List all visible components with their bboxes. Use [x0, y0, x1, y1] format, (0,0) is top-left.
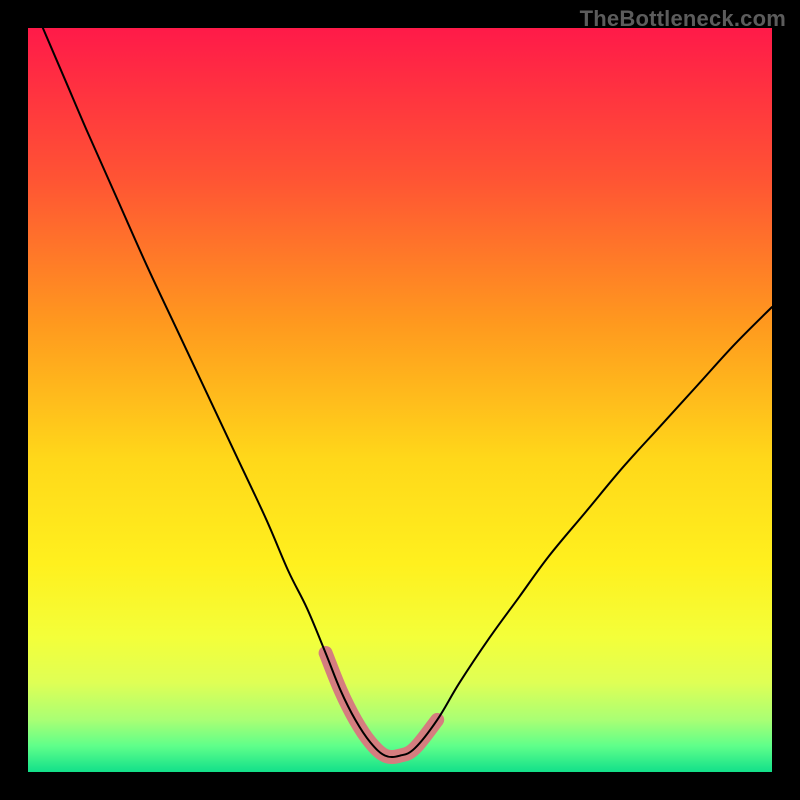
chart-stage: TheBottleneck.com: [0, 0, 800, 800]
bottleneck-chart: [0, 0, 800, 800]
plot-background: [28, 28, 772, 772]
watermark-text: TheBottleneck.com: [580, 6, 786, 32]
